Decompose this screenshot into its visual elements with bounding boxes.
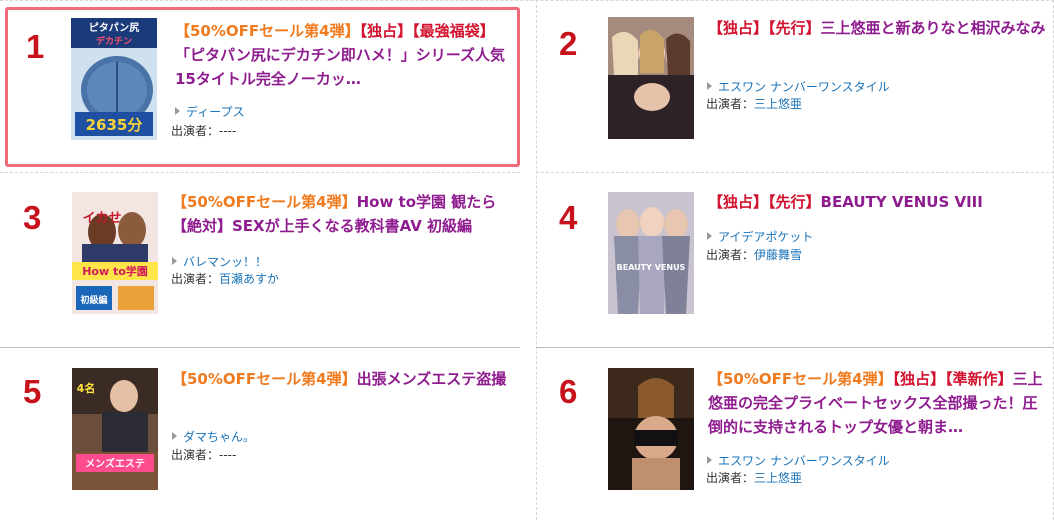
- tag-preview: 【先行】: [768, 193, 821, 211]
- cover-image-art: 2635分 ピタパン尻 デカチン: [71, 18, 157, 140]
- cover-image-art: [608, 17, 694, 139]
- rank-number: 4: [559, 199, 578, 236]
- svg-text:BEAUTY VENUS: BEAUTY VENUS: [617, 263, 686, 272]
- ranking-item-5[interactable]: 5 メンズエステ 4名 【50%OFFセール第4弾】出張メンズエステ盗撮 ダマち…: [5, 358, 520, 518]
- ranking-item-4[interactable]: 4 BEAUTY VENUS 【独占】【先行】BEAUTY VENUS VIII…: [541, 182, 1051, 342]
- tag-preview: 【先行】: [768, 19, 821, 37]
- label-link[interactable]: ディープス: [175, 104, 244, 120]
- cover-image[interactable]: BEAUTY VENUS: [608, 192, 694, 314]
- svg-text:4名: 4名: [77, 381, 96, 395]
- svg-text:デカチン: デカチン: [96, 35, 132, 47]
- triangle-icon: [172, 257, 177, 265]
- item-title[interactable]: 【独占】【先行】BEAUTY VENUS VIII: [708, 190, 1048, 214]
- triangle-icon: [707, 456, 712, 464]
- item-title[interactable]: 【50%OFFセール第4弾】【独占】【最強福袋】「ピタパン尻にデカチン即ハメ！」…: [175, 19, 511, 91]
- label-link[interactable]: バレマンッ！！: [172, 254, 267, 270]
- actress-link[interactable]: 伊藤舞雪: [754, 248, 802, 262]
- tag-exclusive: 【独占】: [892, 370, 946, 388]
- actress-link[interactable]: 百瀬あすか: [219, 272, 279, 286]
- actress-line: 出演者：伊藤舞雪: [706, 248, 803, 262]
- item-title[interactable]: 【50%OFFセール第4弾】【独占】【準新作】三上悠亜の完全プライベートセックス…: [708, 367, 1048, 439]
- item-title[interactable]: 【50%OFFセール第4弾】How to学園 観たら【絶対】SEXが上手くなる教…: [172, 190, 512, 238]
- actress-line: 出演者：百瀬あすか: [171, 272, 280, 286]
- title-text: 出張メンズエステ盗撮: [356, 370, 507, 388]
- cover-image-art: メンズエステ 4名: [72, 368, 158, 490]
- rank-number: 6: [559, 373, 578, 410]
- row-divider: [536, 172, 1054, 173]
- title-text: 三上悠亜と新ありなと相沢みなみ: [820, 19, 1046, 37]
- label-link[interactable]: エスワン ナンバーワンスタイル: [707, 79, 890, 95]
- actress-link[interactable]: 三上悠亜: [754, 471, 802, 485]
- rank-number: 5: [23, 373, 42, 410]
- tag-lucky-bag: 【最強福袋】: [412, 22, 495, 40]
- cover-image[interactable]: [608, 17, 694, 139]
- svg-text:How to学園: How to学園: [82, 264, 148, 278]
- cover-image-art: BEAUTY VENUS: [608, 192, 694, 314]
- tag-sale: 【50%OFFセール第4弾】: [172, 370, 357, 388]
- actress-line: 出演者：----: [171, 448, 237, 462]
- cover-image[interactable]: メンズエステ 4名: [72, 368, 158, 490]
- actress-link[interactable]: 三上悠亜: [754, 97, 802, 111]
- actress-value: ----: [219, 124, 237, 138]
- ranking-item-2[interactable]: 2 【独占】【先行】三上悠亜と新ありなと相沢みなみ エスワン ナンバーワンスタイ…: [541, 7, 1051, 167]
- actress-line: 出演者：三上悠亜: [706, 97, 803, 111]
- row-divider: [0, 0, 1054, 1]
- tag-sale: 【50%OFFセール第4弾】: [172, 193, 357, 211]
- ranking-item-3[interactable]: 3 How to学園 イカせ 初級編 【50%OFFセール第4弾】How to学…: [5, 182, 520, 342]
- label-link[interactable]: ダマちゃん。: [172, 429, 255, 445]
- triangle-icon: [172, 432, 177, 440]
- actress-value: ----: [219, 448, 237, 462]
- rank-number: 2: [559, 25, 578, 62]
- actress-line: 出演者：三上悠亜: [706, 471, 803, 485]
- svg-text:2635分: 2635分: [86, 116, 143, 134]
- tag-sale: 【50%OFFセール第4弾】: [175, 22, 360, 40]
- svg-text:メンズエステ: メンズエステ: [85, 457, 145, 470]
- item-title[interactable]: 【独占】【先行】三上悠亜と新ありなと相沢みなみ: [708, 16, 1048, 40]
- row-divider: [0, 347, 520, 348]
- row-divider: [536, 347, 1054, 348]
- cover-image[interactable]: How to学園 イカせ 初級編: [72, 192, 158, 314]
- row-divider: [0, 172, 520, 173]
- label-link[interactable]: アイデアポケット: [707, 229, 813, 245]
- tag-exclusive: 【独占】: [708, 193, 769, 211]
- label-link[interactable]: エスワン ナンバーワンスタイル: [707, 453, 890, 469]
- title-text: BEAUTY VENUS VIII: [820, 193, 983, 211]
- actress-line: 出演者：----: [171, 124, 237, 138]
- rank-number: 3: [23, 199, 42, 236]
- column-divider: [536, 0, 537, 520]
- rank-number: 1: [26, 28, 45, 65]
- tag-sale: 【50%OFFセール第4弾】: [708, 370, 893, 388]
- cover-image-art: How to学園 イカせ 初級編: [72, 192, 158, 314]
- tag-exclusive: 【独占】: [359, 22, 413, 40]
- tag-exclusive: 【独占】: [708, 19, 769, 37]
- triangle-icon: [707, 82, 712, 90]
- cover-image-art: [608, 368, 694, 490]
- tag-semi-new: 【準新作】: [945, 370, 1013, 388]
- svg-text:ピタパン尻: ピタパン尻: [89, 22, 140, 34]
- item-title[interactable]: 【50%OFFセール第4弾】出張メンズエステ盗撮: [172, 367, 512, 391]
- ranking-grid: 1 2635分 ピタパン尻 デカチン 【50%OFFセール第4弾】【独占】【最強…: [0, 0, 1054, 520]
- svg-text:イカせ: イカせ: [82, 211, 121, 226]
- ranking-item-1[interactable]: 1 2635分 ピタパン尻 デカチン 【50%OFFセール第4弾】【独占】【最強…: [5, 7, 520, 167]
- cover-image[interactable]: 2635分 ピタパン尻 デカチン: [71, 18, 157, 140]
- cover-image[interactable]: [608, 368, 694, 490]
- title-text: 「ピタパン尻にデカチン即ハメ！」シリーズ人気15タイトル完全ノーカッ…: [175, 46, 506, 88]
- ranking-item-6[interactable]: 6 【50%OFFセール第4弾】【独占】【準新作】三上悠亜の完全プライベートセッ…: [541, 358, 1051, 518]
- triangle-icon: [707, 232, 712, 240]
- svg-text:初級編: 初級編: [80, 294, 107, 306]
- triangle-icon: [175, 107, 180, 115]
